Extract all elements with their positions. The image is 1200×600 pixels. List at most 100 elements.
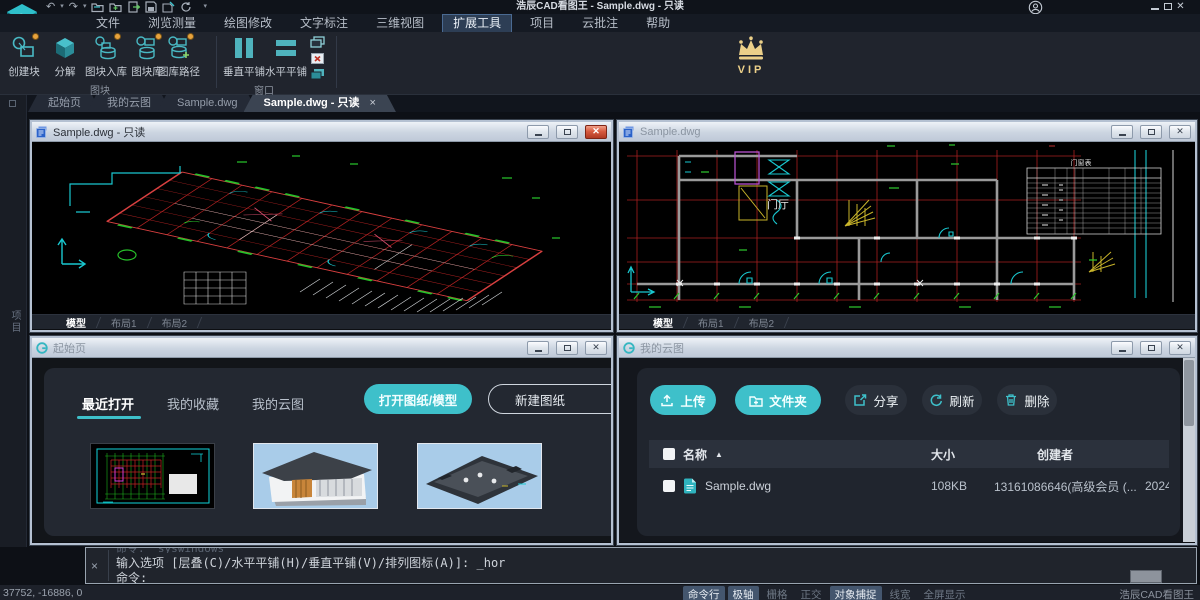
redo-caret-icon[interactable]: ▾ xyxy=(83,1,87,13)
w2-restore-icon[interactable] xyxy=(1140,125,1162,139)
w2-tab-model[interactable]: 模型 xyxy=(645,315,681,330)
w2-close-icon[interactable]: ✕ xyxy=(1169,125,1191,139)
close-icon[interactable]: ✕ xyxy=(1174,1,1187,12)
new-drawing-button[interactable]: 新建图纸 xyxy=(488,384,611,414)
w1-tab-model[interactable]: 模型 xyxy=(58,315,94,330)
refresh-file-icon[interactable] xyxy=(180,1,192,13)
command-close-icon[interactable]: × xyxy=(91,559,98,573)
toggle-fullscreen[interactable]: 全屏显示 xyxy=(919,586,971,600)
save-icon[interactable] xyxy=(145,1,157,13)
toggle-lineweight[interactable]: 线宽 xyxy=(885,586,916,600)
tab-recent-open[interactable]: 最近打开 xyxy=(82,394,134,413)
account-icon[interactable] xyxy=(1028,0,1043,15)
block-to-library-button[interactable]: 图块入库 xyxy=(86,35,126,81)
library-path-button[interactable]: 图库路径 xyxy=(150,35,190,81)
refresh-button[interactable]: 刷新 xyxy=(922,385,982,415)
doc-tab-sample-readonly[interactable]: Sample.dwg - 只读× xyxy=(244,95,396,112)
tile-horizontal-button[interactable]: 水平平铺 xyxy=(266,35,306,81)
toggle-grid[interactable]: 栅格 xyxy=(762,586,793,600)
cad-canvas-plan[interactable]: 门窗表 门厅 模型 布局1 布局2 xyxy=(619,142,1195,329)
child-window-mycloud[interactable]: 我的云图 ✕ 上传 文件夹 分享 xyxy=(617,336,1197,545)
command-window[interactable]: × 命令: _syswindows 输入选项 [层叠(C)/水平平铺(H)/垂直… xyxy=(85,547,1197,584)
w3-title-bar[interactable]: 起始页 ✕ xyxy=(32,338,611,358)
menu-extended-tools[interactable]: 扩展工具 xyxy=(442,14,512,33)
share-button[interactable]: 分享 xyxy=(845,385,907,415)
cloud-scrollbar[interactable] xyxy=(1183,358,1195,542)
w4-minimize-icon[interactable] xyxy=(1111,341,1133,355)
undo-caret-icon[interactable]: ▾ xyxy=(60,1,64,13)
recent-thumbnail-plan[interactable] xyxy=(90,443,215,509)
w3-restore-icon[interactable] xyxy=(556,341,578,355)
toggle-polar[interactable]: 极轴 xyxy=(728,586,759,600)
w4-close-icon[interactable]: ✕ xyxy=(1169,341,1191,355)
sort-asc-icon[interactable]: ▲ xyxy=(715,450,723,459)
maximize-icon[interactable] xyxy=(1161,1,1174,12)
menu-file[interactable]: 文件 xyxy=(86,15,130,32)
toolbar-options-icon[interactable]: ▾ xyxy=(203,1,207,13)
select-all-checkbox[interactable] xyxy=(663,448,675,460)
w2-minimize-icon[interactable] xyxy=(1111,125,1133,139)
w4-restore-icon[interactable] xyxy=(1140,341,1162,355)
redo-icon[interactable]: ↷ xyxy=(69,1,78,13)
cloud-file-row[interactable]: Sample.dwg 108KB 13161086646(高级会员 (... 2… xyxy=(649,468,1169,504)
recent-thumbnail-building[interactable] xyxy=(253,443,378,509)
tile-vertical-button[interactable]: 垂直平铺 xyxy=(224,35,264,81)
menu-cloud-annotate[interactable]: 云批注 xyxy=(572,15,628,32)
cascade-windows-icon[interactable] xyxy=(310,36,325,49)
w1-tab-layout1[interactable]: 布局1 xyxy=(103,315,145,330)
toggle-command-line[interactable]: 命令行 xyxy=(683,586,725,600)
menu-draw-modify[interactable]: 绘图修改 xyxy=(214,15,282,32)
delete-button[interactable]: 删除 xyxy=(997,385,1057,415)
cad-canvas-axonometric[interactable]: 模型 布局1 布局2 xyxy=(32,142,611,329)
toggle-ortho[interactable]: 正交 xyxy=(796,586,827,600)
toggle-osnap[interactable]: 对象捕捉 xyxy=(830,586,882,600)
w1-restore-icon[interactable] xyxy=(556,125,578,139)
badge-dot xyxy=(187,33,194,40)
import-file-icon[interactable] xyxy=(109,1,122,13)
mycloud-card: 上传 文件夹 分享 刷新 删除 xyxy=(637,368,1180,536)
project-panel-tab[interactable]: 项目 xyxy=(7,310,22,334)
arrange-icons-icon[interactable] xyxy=(310,68,325,81)
w3-minimize-icon[interactable] xyxy=(527,341,549,355)
w3-close-icon[interactable]: ✕ xyxy=(585,341,607,355)
new-folder-button[interactable]: 文件夹 xyxy=(735,385,821,415)
w1-tab-layout2[interactable]: 布局2 xyxy=(154,315,196,330)
menu-help[interactable]: 帮助 xyxy=(636,15,680,32)
command-input-line[interactable]: 命令: xyxy=(116,569,147,586)
command-scrollbar-thumb[interactable] xyxy=(1130,570,1162,583)
child-window-sample[interactable]: Sample.dwg ✕ 门窗表 xyxy=(617,120,1197,332)
w1-minimize-icon[interactable] xyxy=(527,125,549,139)
row-checkbox[interactable] xyxy=(663,480,675,492)
menu-3d-view[interactable]: 三维视图 xyxy=(366,15,434,32)
tab-close-icon[interactable]: × xyxy=(370,97,376,109)
save-as-icon[interactable] xyxy=(162,1,175,13)
doc-tab-sample[interactable]: Sample.dwg xyxy=(157,95,258,112)
create-block-button[interactable]: 创建块 xyxy=(4,35,44,81)
cloud-scrollbar-thumb[interactable] xyxy=(1184,360,1194,426)
tab-my-cloud[interactable]: 我的云图 xyxy=(252,394,304,413)
w4-title-bar[interactable]: 我的云图 ✕ xyxy=(619,338,1195,358)
recent-thumbnail-model[interactable] xyxy=(417,443,542,509)
w1-close-icon[interactable]: ✕ xyxy=(585,125,607,139)
w2-tab-layout1[interactable]: 布局1 xyxy=(690,315,732,330)
tab-my-favorites[interactable]: 我的收藏 xyxy=(167,394,219,413)
export-file-icon[interactable] xyxy=(127,1,140,13)
panel-pin-icon[interactable] xyxy=(9,100,16,107)
close-all-windows-icon[interactable] xyxy=(310,52,325,65)
w2-title-bar[interactable]: Sample.dwg ✕ xyxy=(619,122,1195,142)
menu-text-annotate[interactable]: 文字标注 xyxy=(290,15,358,32)
minimize-icon[interactable] xyxy=(1148,1,1161,12)
explode-button[interactable]: 分解 xyxy=(45,35,85,81)
child-window-sample-readonly[interactable]: Sample.dwg - 只读 ✕ xyxy=(30,120,613,332)
child-window-startpage[interactable]: 起始页 ✕ 最近打开 我的收藏 我的云图 打开图纸/模型 新建图纸 xyxy=(30,336,613,545)
open-drawing-button[interactable]: 打开图纸/模型 xyxy=(364,384,472,414)
open-file-icon[interactable] xyxy=(91,1,104,13)
menu-project[interactable]: 项目 xyxy=(520,15,564,32)
vip-button[interactable]: VIP xyxy=(728,36,774,76)
upload-button[interactable]: 上传 xyxy=(650,385,716,415)
w2-tab-layout2[interactable]: 布局2 xyxy=(741,315,783,330)
cloud-table-header[interactable]: 名称 ▲ 大小 创建者 xyxy=(649,440,1169,468)
menu-browse-measure[interactable]: 浏览测量 xyxy=(138,15,206,32)
undo-icon[interactable]: ↶ xyxy=(46,1,55,13)
w1-title-bar[interactable]: Sample.dwg - 只读 ✕ xyxy=(32,122,611,142)
